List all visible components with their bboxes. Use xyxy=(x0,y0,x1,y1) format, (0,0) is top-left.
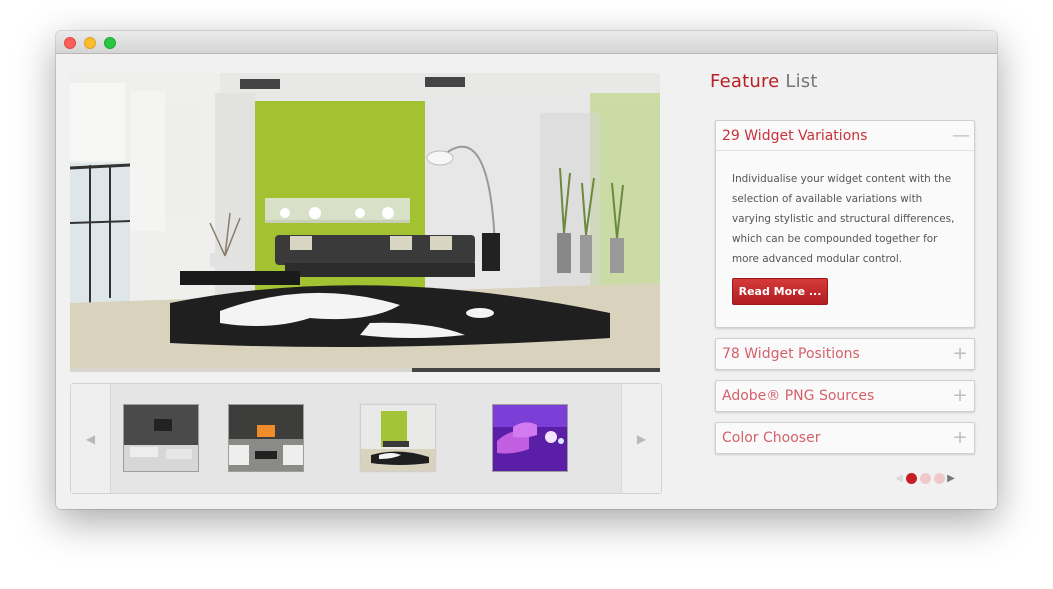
accordion-title: Color Chooser xyxy=(722,430,821,446)
collapse-icon[interactable]: — xyxy=(952,126,970,145)
accordion-item-widget-variations: 29 Widget Variations — Individualise you… xyxy=(715,120,975,328)
accordion-description: Individualise your widget content with t… xyxy=(732,173,955,265)
feature-heading-word2: List xyxy=(785,71,818,92)
title-bar xyxy=(56,31,997,54)
pager-dot-2[interactable] xyxy=(919,472,931,484)
green-wall-living-room-thumbnail[interactable] xyxy=(360,404,436,472)
accordion-title: Adobe® PNG Sources xyxy=(722,388,875,404)
fireplace-lounge-thumbnail[interactable] xyxy=(228,404,304,472)
chevron-right-icon[interactable]: ▶ xyxy=(621,384,661,493)
expand-icon[interactable]: + xyxy=(952,387,968,405)
accordion-item-widget-positions[interactable]: 78 Widget Positions + xyxy=(715,338,975,370)
thumbnail-strip: ◀ ▶ xyxy=(70,383,662,494)
purple-lit-chairs-thumbnail[interactable] xyxy=(492,404,568,472)
accordion-item-png-sources[interactable]: Adobe® PNG Sources + xyxy=(715,380,975,412)
chevron-left-icon[interactable]: ◀ xyxy=(71,384,111,493)
zoom-window-button[interactable] xyxy=(104,37,116,49)
slide-progress-bar xyxy=(70,368,660,372)
slide-progress-fill xyxy=(70,368,413,372)
living-room-photo xyxy=(70,73,660,372)
pager-dot-1[interactable] xyxy=(905,472,917,484)
accordion-header[interactable]: 29 Widget Variations — xyxy=(716,121,974,151)
accordion-title: 78 Widget Positions xyxy=(722,346,860,362)
main-slide-image[interactable] xyxy=(70,73,660,372)
minimize-window-button[interactable] xyxy=(84,37,96,49)
feature-pager: ◀ ▶ xyxy=(894,471,956,485)
pager-dot-3[interactable] xyxy=(933,472,945,484)
accordion-title: 29 Widget Variations xyxy=(722,127,868,144)
close-window-button[interactable] xyxy=(64,37,76,49)
accordion-header[interactable]: Color Chooser + xyxy=(716,423,974,453)
accordion-header[interactable]: 78 Widget Positions + xyxy=(716,339,974,369)
pager-prev-icon[interactable]: ◀ xyxy=(894,473,904,484)
feature-list-heading: Feature List xyxy=(710,71,818,92)
accordion-item-color-chooser[interactable]: Color Chooser + xyxy=(715,422,975,454)
accordion-header[interactable]: Adobe® PNG Sources + xyxy=(716,381,974,411)
read-more-button[interactable]: Read More ... xyxy=(732,278,828,305)
expand-icon[interactable]: + xyxy=(952,429,968,447)
accordion-body: Individualise your widget content with t… xyxy=(716,151,974,305)
browser-window: ◀ ▶ Feature List 29 Widget Variations — … xyxy=(56,31,997,509)
expand-icon[interactable]: + xyxy=(952,345,968,363)
dark-living-room-tv-thumbnail[interactable] xyxy=(123,404,199,472)
feature-heading-word1: Feature xyxy=(710,71,780,92)
pager-next-icon[interactable]: ▶ xyxy=(946,473,956,484)
